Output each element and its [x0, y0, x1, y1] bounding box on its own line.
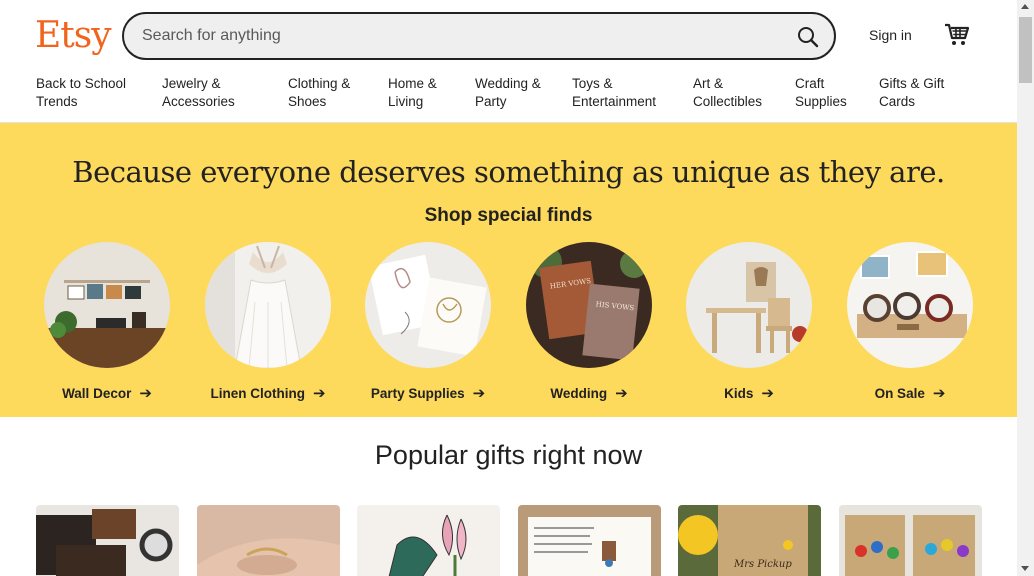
nav-item-toys-entertainment[interactable]: Toys & Entertainment	[572, 75, 656, 111]
category-label: Wedding	[550, 386, 608, 401]
nav-item-gifts-gift-cards[interactable]: Gifts & Gift Cards	[879, 75, 944, 111]
category-on-sale[interactable]: On Sale ➔	[840, 242, 980, 402]
svg-text:Mrs Pickup: Mrs Pickup	[733, 559, 792, 570]
hero-subtitle: Shop special finds	[424, 205, 593, 226]
category-kids[interactable]: Kids ➔	[679, 242, 819, 402]
on-sale-image	[847, 242, 973, 368]
hero-title: Because everyone deserves something as u…	[72, 155, 945, 189]
category-label: Party Supplies	[370, 386, 465, 401]
wedding-image: HER VOWS HIS VOWS	[526, 242, 652, 368]
nav-item-jewelry-accessories[interactable]: Jewelry & Accessories	[162, 75, 235, 111]
arrow-right-icon: ➔	[312, 385, 326, 402]
category-party-supplies[interactable]: Party Supplies ➔	[358, 242, 498, 402]
nav-item-wedding-party[interactable]: Wedding & Party	[475, 75, 541, 111]
category-label: Kids	[724, 386, 754, 401]
cart-button[interactable]	[944, 22, 970, 48]
category-nav: Back to School Trends Jewelry & Accessorie…	[0, 75, 1017, 122]
nav-item-craft-supplies[interactable]: Craft Supplies	[795, 75, 847, 111]
gift-item-image[interactable]	[839, 505, 982, 576]
cart-icon	[945, 23, 970, 45]
popular-gifts-title: Popular gifts right now	[374, 440, 643, 470]
category-label: On Sale	[874, 386, 925, 401]
arrow-right-icon: ➔	[472, 385, 486, 402]
etsy-page: Etsy Sign in Back to SchoolTrends Jewelr…	[0, 0, 1017, 576]
scroll-up-arrow-icon[interactable]	[1021, 4, 1029, 9]
arrow-right-icon: ➔	[932, 385, 946, 402]
linen-clothing-image	[205, 242, 331, 368]
category-linen-clothing[interactable]: Linen Clothing ➔	[198, 242, 338, 402]
search-icon	[798, 27, 819, 48]
category-wedding[interactable]: HER VOWS HIS VOWS Wedding ➔	[519, 242, 659, 402]
nav-item-home-living[interactable]: Home & Living	[388, 75, 437, 111]
nav-item-back-to-school[interactable]: Back to School Trends	[36, 75, 126, 111]
gift-item-image[interactable]: Mrs Pickup	[678, 505, 821, 576]
scrollbar-thumb[interactable]	[1019, 17, 1032, 83]
kids-image	[686, 242, 812, 368]
category-label: Wall Decor	[62, 386, 132, 401]
hero-banner: Because everyone deserves something as u…	[0, 123, 1017, 417]
nav-item-clothing-shoes[interactable]: Clothing & Shoes	[288, 75, 350, 111]
etsy-logo[interactable]: Etsy	[35, 14, 112, 58]
scroll-down-arrow-icon[interactable]	[1021, 566, 1029, 571]
gift-item-image[interactable]	[197, 505, 340, 576]
category-label: Linen Clothing	[210, 386, 305, 401]
search-button[interactable]	[796, 25, 820, 49]
wall-decor-image	[44, 242, 170, 368]
nav-item-art-collectibles[interactable]: Art & Collectibles	[693, 75, 762, 111]
vertical-scrollbar[interactable]	[1017, 0, 1034, 576]
arrow-right-icon: ➔	[761, 385, 774, 402]
arrow-right-icon: ➔	[139, 385, 152, 402]
gift-item-image[interactable]	[518, 505, 661, 576]
party-supplies-image	[365, 242, 491, 368]
search-input[interactable]	[142, 24, 762, 48]
gift-item-image[interactable]	[357, 505, 500, 576]
search-bar[interactable]	[122, 12, 836, 60]
category-wall-decor[interactable]: Wall Decor ➔	[37, 242, 177, 402]
sign-in-link[interactable]: Sign in	[869, 27, 912, 43]
arrow-right-icon: ➔	[615, 385, 628, 402]
gift-item-image[interactable]	[36, 505, 179, 576]
